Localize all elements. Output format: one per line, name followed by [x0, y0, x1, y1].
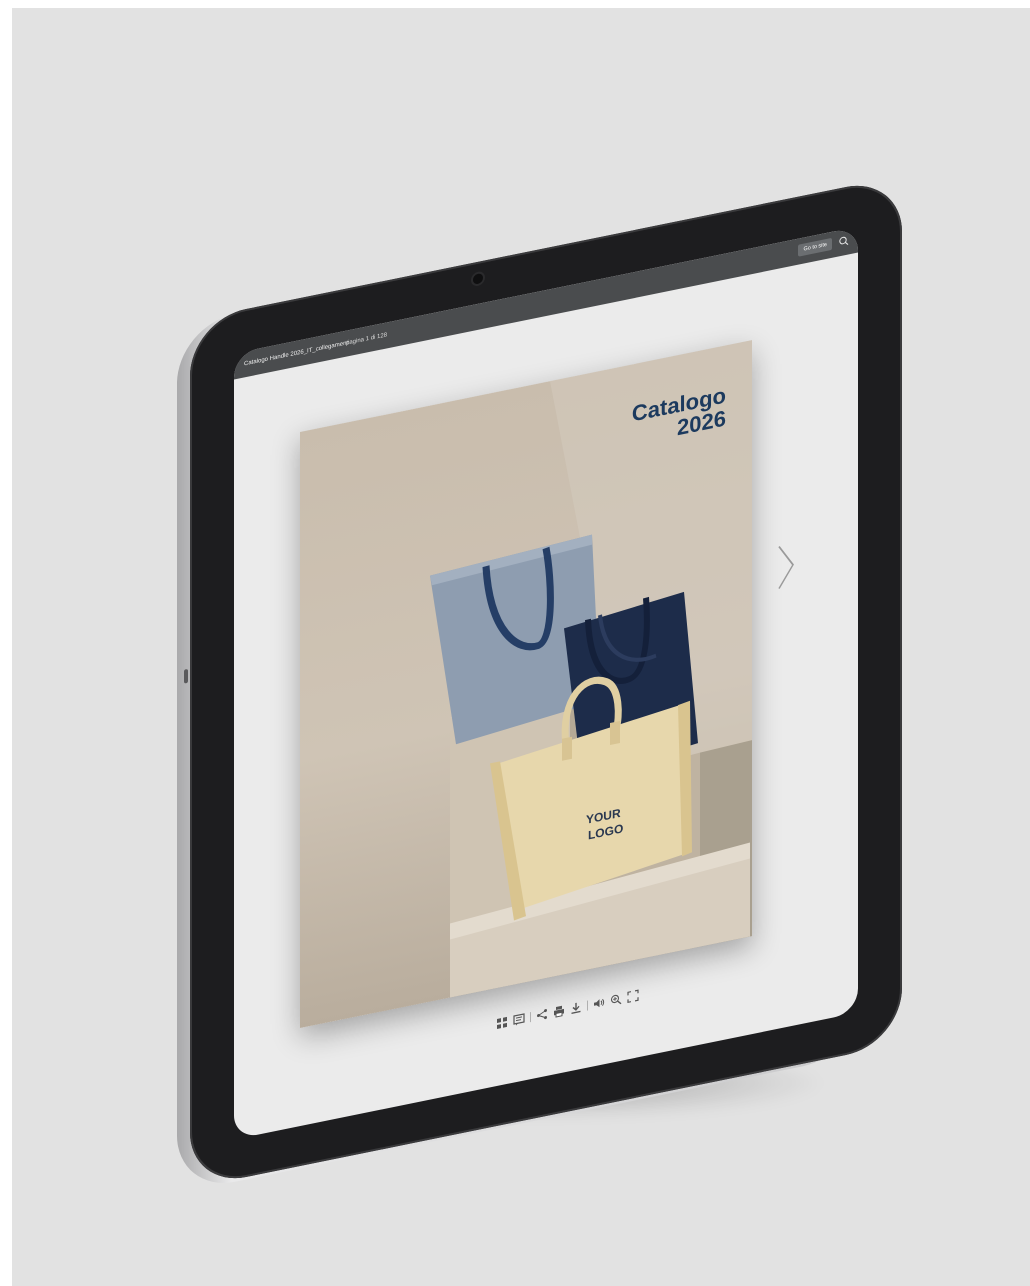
search-icon[interactable] [838, 234, 850, 248]
toolbar-divider [587, 1000, 588, 1011]
sound-icon[interactable] [593, 996, 605, 1010]
go-to-site-button[interactable]: Go to site [798, 237, 832, 257]
document-title: Catalogo Handle 2026_IT_collegamenti [244, 339, 350, 368]
print-icon[interactable] [553, 1004, 565, 1018]
fullscreen-icon[interactable] [627, 989, 639, 1004]
tablet-device: Catalogo Handle 2026_IT_collegamenti pag… [184, 175, 902, 1189]
zoom-in-icon[interactable] [610, 993, 622, 1007]
camera-icon [473, 272, 483, 285]
product-photo: YOUR LOGO [430, 340, 752, 998]
share-icon[interactable] [536, 1008, 548, 1022]
chevron-right-icon[interactable] [774, 539, 798, 594]
viewer-toolbar [496, 985, 639, 1034]
thumbnails-icon[interactable] [496, 1016, 508, 1030]
flipbook-viewer: Catalogo Handle 2026_IT_collegamenti pag… [234, 226, 858, 1140]
side-button [184, 668, 188, 684]
mockup-scene: Catalogo Handle 2026_IT_collegamenti pag… [12, 8, 1030, 1286]
table-of-contents-icon[interactable] [513, 1012, 525, 1026]
toolbar-divider [530, 1012, 531, 1023]
viewer-topbar: Catalogo Handle 2026_IT_collegamenti pag… [234, 226, 858, 380]
catalog-cover-page[interactable]: YOUR LOGO Catalogo 2026 [300, 340, 752, 1029]
download-icon[interactable] [570, 1001, 582, 1015]
page-counter: pagina 1 di 128 [346, 332, 388, 347]
